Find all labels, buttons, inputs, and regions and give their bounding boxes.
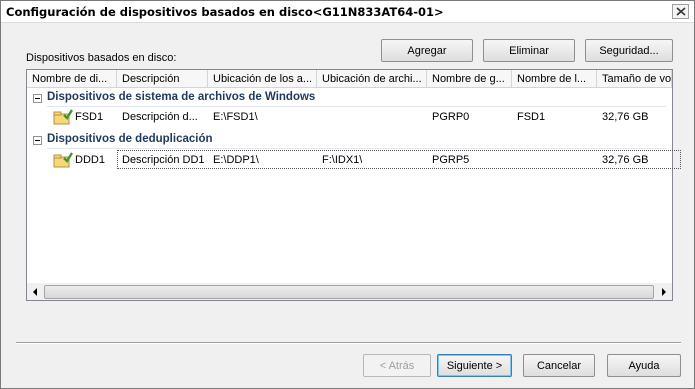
add-button[interactable]: Agregar: [381, 39, 473, 62]
collapse-icon[interactable]: [33, 94, 42, 103]
cell-file-location: E:\DDP1\: [213, 154, 259, 166]
cell-volume-size: 32,76 GB: [602, 154, 649, 166]
list-header: Nombre de di... Descripción Ubicación de…: [27, 70, 672, 88]
disk-device-icon: [53, 109, 73, 125]
column-header-group-name[interactable]: Nombre de g...: [427, 70, 512, 88]
column-header-file-location[interactable]: Ubicación de los a...: [208, 70, 317, 88]
window-title: Configuración de dispositivos basados en…: [6, 5, 444, 19]
group-label: Dispositivos de sistema de archivos de W…: [47, 91, 316, 103]
arrow-left-icon: [33, 288, 37, 296]
next-button[interactable]: Siguiente >: [437, 354, 512, 377]
table-row[interactable]: FSD1 Descripción d... E:\FSD1\ PGRP0 FSD…: [27, 107, 672, 127]
cell-description: Descripción DD1: [122, 154, 205, 166]
group-header-windows-fs[interactable]: Dispositivos de sistema de archivos de W…: [27, 89, 672, 107]
security-button[interactable]: Seguridad...: [585, 39, 673, 62]
disk-device-icon: [53, 152, 73, 168]
arrow-right-icon: [662, 288, 666, 296]
delete-button[interactable]: Eliminar: [483, 39, 575, 62]
column-header-description[interactable]: Descripción: [117, 70, 208, 88]
close-button[interactable]: [672, 4, 689, 19]
back-button[interactable]: < Atrás: [363, 354, 431, 377]
column-header-index-location[interactable]: Ubicación de archi...: [317, 70, 427, 88]
cell-group-name: PGRP5: [432, 154, 470, 166]
scroll-right-button[interactable]: [655, 284, 672, 300]
cell-file-location: E:\FSD1\: [213, 111, 258, 123]
title-bar: Configuración de dispositivos basados en…: [1, 1, 694, 23]
dialog-window: Configuración de dispositivos basados en…: [0, 0, 695, 389]
footer-separator: [16, 342, 681, 344]
scroll-left-button[interactable]: [27, 284, 44, 300]
column-header-l-name[interactable]: Nombre de l...: [512, 70, 597, 88]
devices-list[interactable]: Nombre de di... Descripción Ubicación de…: [26, 69, 681, 301]
group-label: Dispositivos de deduplicación: [47, 133, 213, 145]
cell-device-name: FSD1: [75, 111, 104, 123]
devices-section-label: Dispositivos basados en disco:: [26, 52, 177, 64]
cell-volume-size: 32,76 GB: [602, 111, 649, 123]
column-header-device-name[interactable]: Nombre de di...: [27, 70, 117, 88]
help-button[interactable]: Ayuda: [607, 354, 681, 377]
scroll-thumb[interactable]: [44, 285, 654, 299]
cell-index-location: F:\IDX1\: [322, 154, 363, 166]
cell-group-name: PGRP0: [432, 111, 470, 123]
group-header-deduplication[interactable]: Dispositivos de deduplicación: [27, 131, 672, 149]
table-row[interactable]: DDD1 Descripción DD1 E:\DDP1\ F:\IDX1\ P…: [27, 150, 681, 170]
close-icon: [676, 7, 686, 16]
cell-l-name: FSD1: [517, 111, 546, 123]
horizontal-scrollbar[interactable]: [27, 283, 672, 300]
cell-device-name: DDD1: [75, 154, 105, 166]
group-divider: [47, 148, 666, 149]
cancel-button[interactable]: Cancelar: [523, 354, 595, 377]
cell-description: Descripción d...: [122, 111, 198, 123]
column-header-volume-size[interactable]: Tamaño de vol...: [597, 70, 672, 88]
collapse-icon[interactable]: [33, 136, 42, 145]
